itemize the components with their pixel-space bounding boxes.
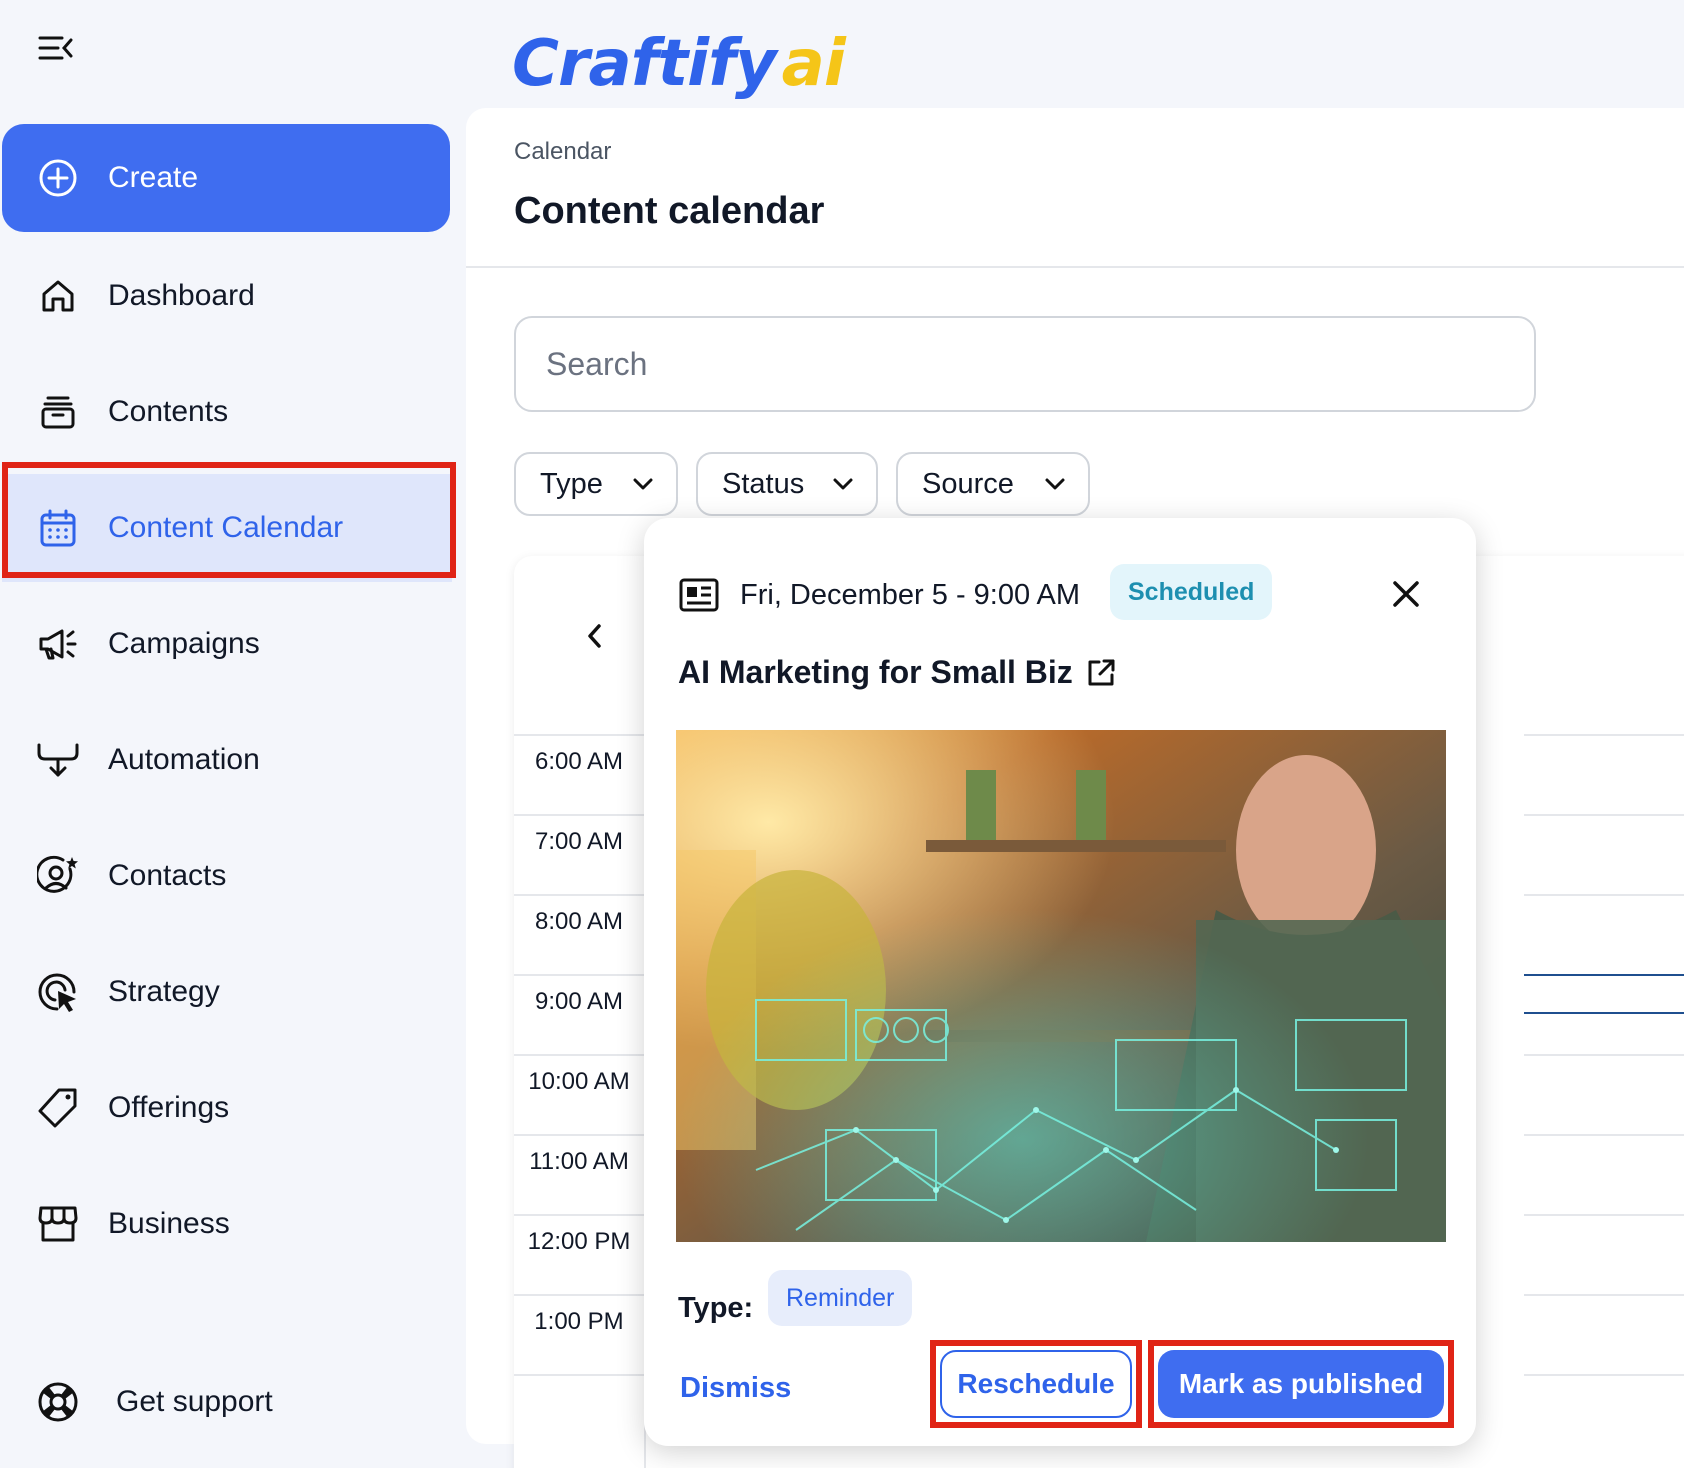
sidebar-item-label: Contacts [108,859,227,892]
sidebar-item-offerings[interactable]: Offerings [2,1054,452,1162]
sidebar-item-label: Offerings [108,1091,230,1124]
time-slot-label: 7:00 AM [514,814,644,894]
sidebar-item-campaigns[interactable]: Campaigns [2,590,452,698]
chevron-left-icon [588,624,601,648]
time-column: 6:00 AM 7:00 AM 8:00 AM 9:00 AM 10:00 AM… [514,734,644,1454]
sidebar-item-label: Content Calendar [108,511,344,544]
craftify-logo[interactable]: Craftify ai [512,6,846,101]
header-divider [466,266,1684,268]
status-badge: Scheduled [1110,564,1273,620]
sidebar-item-contacts[interactable]: Contacts [2,822,452,930]
time-slot-label: 10:00 AM [514,1054,644,1134]
create-label: Create [108,161,199,194]
source-filter-dropdown[interactable]: Source [896,452,1090,516]
close-icon[interactable] [1380,568,1432,620]
page-title: Content calendar [514,190,825,232]
event-detail-popup: Fri, December 5 - 9:00 AM Scheduled AI M… [644,518,1476,1446]
event-block-edge[interactable] [1524,1012,1684,1014]
type-chip: Reminder [768,1270,913,1326]
logo-accent: ai [781,27,846,101]
sidebar-item-label: Campaigns [108,627,260,660]
event-block-edge[interactable] [1524,974,1684,976]
chevron-down-icon [1045,478,1065,490]
contact-star-icon [36,854,80,898]
newspaper-icon [678,574,720,616]
megaphone-icon [36,622,80,666]
external-link-icon[interactable] [1085,657,1117,689]
automation-icon [36,738,80,782]
grid-line [1524,1134,1684,1136]
mark-as-published-button[interactable]: Mark as published [1158,1350,1444,1418]
type-label: Type: [678,1292,754,1324]
time-slot-label: 11:00 AM [514,1134,644,1214]
sidebar-item-strategy[interactable]: Strategy [2,938,452,1046]
sidebar-item-label: Contents [108,395,229,428]
logo-main: Craftify [512,27,777,101]
event-preview-image [676,730,1446,1242]
sidebar-item-label: Business [108,1207,230,1240]
sidebar-item-business[interactable]: Business [2,1170,452,1278]
event-datetime: Fri, December 5 - 9:00 AM [740,579,1081,611]
time-slot-label: 1:00 PM [514,1294,644,1374]
event-title-text: AI Marketing for Small Biz [678,654,1073,690]
filter-label: Source [922,467,1014,500]
chevron-down-icon [833,478,853,490]
support-label: Get support [116,1385,273,1418]
chevron-down-icon [633,478,653,490]
time-slot-label: 8:00 AM [514,894,644,974]
lifebuoy-icon [36,1380,80,1424]
reschedule-button[interactable]: Reschedule [940,1350,1132,1418]
filter-label: Status [722,467,805,500]
home-icon [36,274,80,318]
target-cursor-icon [36,970,80,1014]
sidebar-item-label: Dashboard [108,279,255,312]
filter-label: Type [540,467,603,500]
sidebar-item-automation[interactable]: Automation [2,706,452,814]
previous-week-button[interactable] [570,612,618,660]
grid-line [1524,814,1684,816]
status-filter-dropdown[interactable]: Status [696,452,878,516]
time-slot-label: 6:00 AM [514,734,644,814]
dismiss-button[interactable]: Dismiss [680,1358,791,1418]
sidebar-item-label: Automation [108,743,260,776]
sidebar-item-contents[interactable]: Contents [2,358,452,466]
create-button[interactable]: Create [2,124,450,232]
grid-line [1524,894,1684,896]
tag-icon [36,1086,80,1130]
grid-line [1524,1294,1684,1296]
event-title: AI Marketing for Small Biz [678,654,1117,691]
breadcrumb[interactable]: Calendar [514,138,611,166]
grid-line [1524,1214,1684,1216]
grid-line [1524,1374,1684,1376]
sidebar-item-content-calendar[interactable]: Content Calendar [2,474,452,582]
type-filter-dropdown[interactable]: Type [514,452,678,516]
grid-line [1524,1054,1684,1056]
sidebar-item-label: Strategy [108,975,220,1008]
plus-circle-icon [36,156,80,200]
archive-icon [36,390,80,434]
sidebar-item-dashboard[interactable]: Dashboard [2,242,452,350]
sidebar: Create Dashboard Contents Content Calend… [0,0,460,1468]
time-slot-label: 12:00 PM [514,1214,644,1294]
grid-line [1524,734,1684,736]
time-slot-label: 9:00 AM [514,974,644,1054]
get-support-link[interactable]: Get support [2,1352,452,1452]
calendar-icon [36,506,80,550]
time-slot-row [514,1374,644,1454]
search-input[interactable] [514,316,1536,412]
store-icon [36,1202,80,1246]
